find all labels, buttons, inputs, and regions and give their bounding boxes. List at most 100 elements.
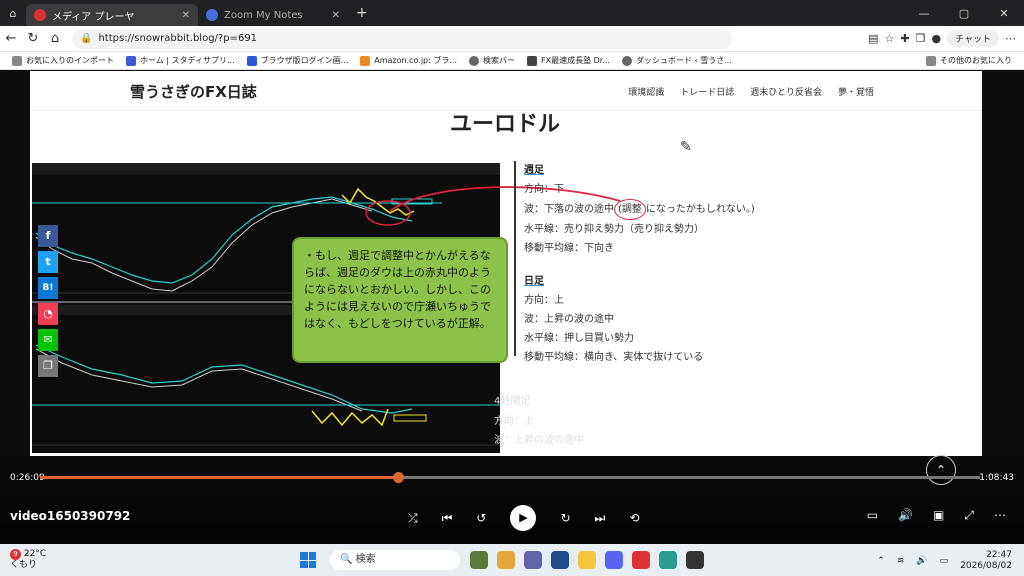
extension-icon[interactable]: ✚ [900,32,909,45]
tray-chevron-icon[interactable]: ⌃ [877,556,885,566]
globe-icon [621,55,632,66]
nav-item-dream[interactable]: 夢・覚悟 [838,85,874,98]
bookmark-dashboard[interactable]: ダッシュボード ‹ 雪うさ... [621,55,732,66]
scroll-top-button[interactable]: ⌃ [926,455,956,485]
studysapuri-icon [126,55,136,66]
back-icon[interactable]: ← [0,31,22,46]
daily-wave: 波：上昇の波の途中 [524,314,614,325]
reload-icon[interactable]: ↻ [22,31,44,46]
wifi-icon[interactable]: ≋ [897,556,905,566]
next-icon[interactable]: ⏭ [595,511,606,526]
bookmark-amazon[interactable]: Amazon.co.jp: ブラ... [360,55,457,66]
pdf-app-icon[interactable] [632,551,650,569]
folder-icon [926,55,936,66]
bookmark-label: ホーム | スタディサプリ... [140,56,235,65]
rewind-10-icon[interactable]: ↺ [476,511,486,525]
tab-zoom-notes[interactable]: Zoom My Notes ✕ [198,4,348,26]
more-menu-icon[interactable]: ⋯ [1005,32,1016,45]
bookmark-browser-login[interactable]: ブラウザ版ログイン画... [246,55,348,66]
minimize-icon[interactable]: — [904,7,944,20]
taskbar-search[interactable]: 🔍 検索 [330,550,460,570]
discord-icon[interactable] [605,551,623,569]
globe-icon [469,55,479,66]
file-explorer-icon[interactable] [578,551,596,569]
weekly-wave: 波：下落の波の途中 (調整 になったかもしれない。) [524,199,814,220]
total-time: 1:08:43 [979,473,1014,483]
browser-menu-icon[interactable]: ⌂ [0,7,26,20]
widget-app-icon[interactable] [470,551,488,569]
favorite-star-icon[interactable]: ☆ [885,32,895,45]
bookmark-import[interactable]: お気に入りのインポート [12,55,114,66]
forward-30-icon[interactable]: ↻ [560,511,570,525]
repeat-off-icon[interactable]: ⟲ [629,511,639,525]
hatena-icon[interactable]: B! [38,277,58,299]
taskbar: 9 22°C くもり 🔍 検索 ⌃ ≋ 🔊 ▭ 22:47 2026/08/02 [0,544,1024,576]
seek-bar[interactable] [40,472,980,483]
site-logo[interactable]: 雪うさぎのFX日誌 [130,81,257,102]
weekly-direction: 方向：下 [524,184,564,195]
speaker-icon[interactable]: 🔊 [916,556,927,566]
copy-icon[interactable]: ❐ [38,355,58,377]
bookmark-search-bar[interactable]: 検索バー [469,55,515,66]
shuffle-icon[interactable]: ⤮ [408,511,418,526]
bookmark-label: ダッシュボード ‹ 雪うさ... [635,56,732,65]
h4-lines: 方向：上 波：上昇の波の途中 [494,412,584,450]
media-player-icon[interactable] [686,551,704,569]
home-icon[interactable]: ⌂ [44,31,66,46]
new-tab-icon[interactable]: + [356,5,368,21]
fx-icon [527,55,537,66]
nav-item-environment[interactable]: 環境認識 [628,85,664,98]
teams-icon[interactable] [524,551,542,569]
reader-icon[interactable]: ▤ [868,32,878,45]
start-button[interactable] [300,552,316,568]
seek-handle[interactable] [392,472,404,483]
pocket-icon[interactable]: ◔ [38,303,58,325]
maximize-icon[interactable]: ▢ [944,7,984,20]
window-controls: — ▢ ✕ [904,0,1024,26]
nav-item-weekend-review[interactable]: 週末ひとり反省会 [750,85,822,98]
profile-avatar[interactable]: ● [931,32,941,45]
h4-direction: 方向：上 [494,416,534,427]
url-text: https://snowrabbit.blog/?p=691 [98,33,258,44]
store-icon[interactable] [551,551,569,569]
system-tray: ⌃ ≋ 🔊 ▭ 22:47 2026/08/02 [877,550,1012,572]
close-tab-icon[interactable]: ✕ [332,10,340,21]
bookmark-label: 検索バー [483,56,515,65]
nav-item-trade-diary[interactable]: トレード日誌 [680,85,734,98]
close-window-icon[interactable]: ✕ [984,7,1024,20]
more-options-icon[interactable]: ⋯ [994,508,1006,523]
bookmark-studysapuri[interactable]: ホーム | スタディサプリ... [126,55,235,66]
fullscreen-icon[interactable]: ⤢ [964,508,974,523]
search-placeholder: 検索 [355,554,376,565]
weather-widget[interactable]: 9 22°C くもり [10,549,46,571]
line-icon[interactable]: ✉ [38,329,58,351]
chat-button[interactable]: チャット [947,30,999,47]
weekly-horizontal: 水平線：売り抑え勢力（売り抑え勢力） [524,224,704,235]
clock[interactable]: 22:47 2026/08/02 [960,550,1012,572]
bookmark-fx-school[interactable]: FX最速成長塾 Dr... [527,55,610,66]
cast-icon[interactable]: ▣ [933,508,944,523]
close-tab-icon[interactable]: ✕ [182,10,190,21]
previous-icon[interactable]: ⏮ [442,511,453,526]
collections-icon[interactable]: ❐ [916,32,926,45]
bookmark-label: お気に入りのインポート [26,56,114,65]
pencil-icon[interactable]: ✎ [680,139,692,155]
daily-ma: 移動平均線：横向き、実体で抜けている [524,352,704,363]
weekly-heading: 週足 [524,165,544,176]
twitter-icon[interactable]: t [38,251,58,273]
facebook-icon[interactable]: f [38,225,58,247]
screen: ⌂ メディア プレーヤ ✕ Zoom My Notes ✕ + — ▢ ✕ ← … [0,0,1024,576]
battery-icon[interactable]: ▭ [940,556,949,566]
url-input[interactable]: 🔒 https://snowrabbit.blog/?p=691 [72,28,732,49]
play-button[interactable]: ▶ [510,505,537,531]
volume-icon[interactable]: 🔊 [898,508,913,523]
media-player-favicon-icon [34,9,46,21]
video-title: video1650390792 [10,509,131,523]
subtitles-icon[interactable]: ▭ [867,508,878,523]
bookmark-other-folder[interactable]: その他のお気に入り [926,55,1024,66]
bookmarks-bar: お気に入りのインポート ホーム | スタディサプリ... ブラウザ版ログイン画.… [0,52,1024,70]
edge-icon[interactable] [659,551,677,569]
tab-media-player[interactable]: メディア プレーヤ ✕ [26,4,198,26]
copilot-icon[interactable] [497,551,515,569]
share-buttons: f t B! ◔ ✉ ❐ [38,225,58,381]
